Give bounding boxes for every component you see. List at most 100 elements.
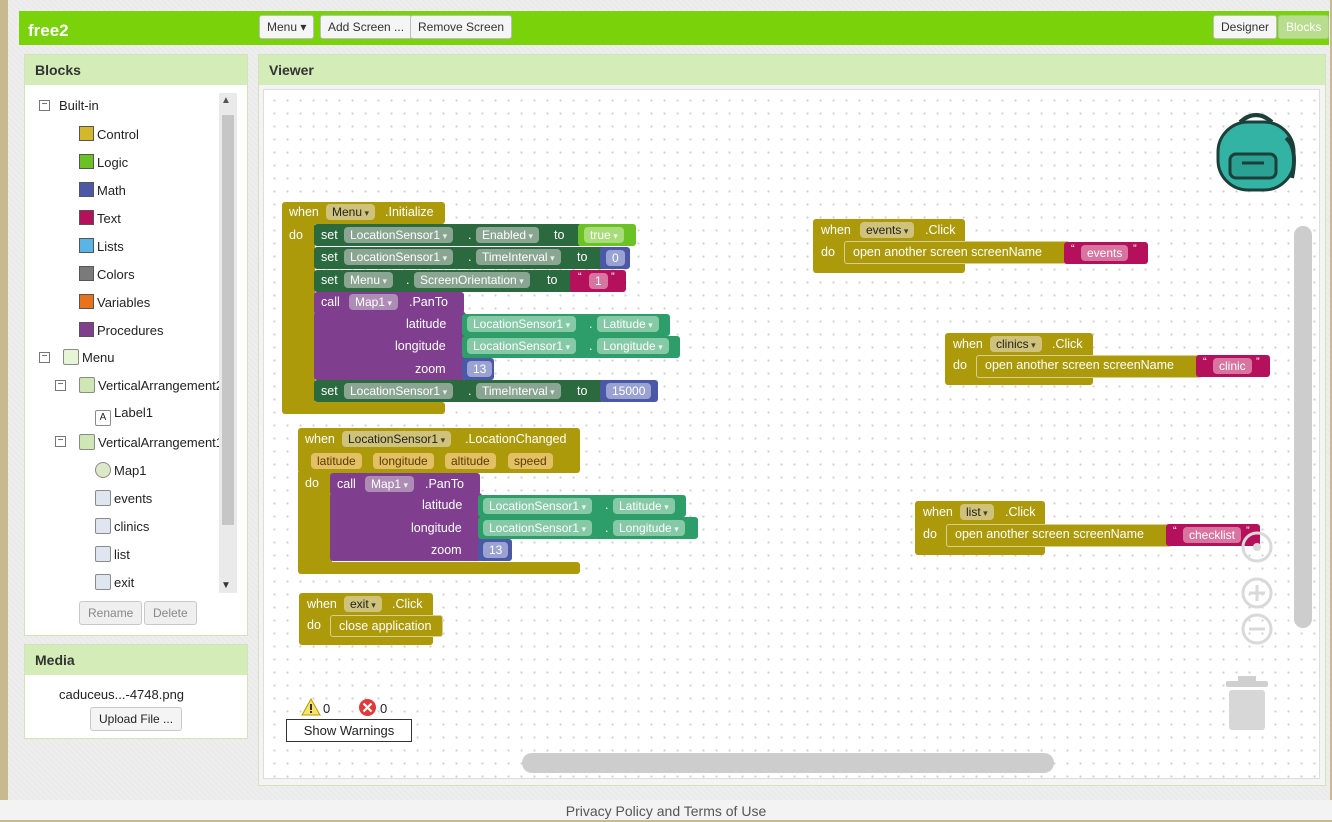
builtin-procedures-label: Procedures bbox=[97, 323, 164, 338]
collapse-icon[interactable]: − bbox=[55, 436, 66, 447]
component-dropdown[interactable]: LocationSensor1 bbox=[344, 383, 454, 399]
component-dropdown[interactable]: clinics bbox=[990, 336, 1042, 352]
tree-map1[interactable]: Map1 bbox=[95, 462, 147, 478]
component-dropdown[interactable]: exit bbox=[344, 596, 382, 612]
component-dropdown[interactable]: Menu bbox=[326, 204, 376, 220]
tree-clinics[interactable]: clinics bbox=[95, 518, 149, 534]
collapse-icon[interactable]: − bbox=[55, 380, 66, 391]
component-dropdown[interactable]: Map1 bbox=[349, 294, 399, 310]
param-altitude[interactable]: altitude bbox=[445, 453, 496, 469]
designer-button[interactable]: Designer bbox=[1213, 15, 1278, 39]
builtin-text[interactable]: Text bbox=[79, 210, 121, 226]
privacy-terms-link[interactable]: Privacy Policy and Terms of Use bbox=[0, 800, 1332, 820]
remove-screen-button[interactable]: Remove Screen bbox=[410, 15, 513, 39]
property-dropdown[interactable]: ScreenOrientation bbox=[414, 272, 530, 288]
zoom-in-icon[interactable] bbox=[1241, 577, 1273, 609]
builtin-procedures[interactable]: Procedures bbox=[79, 322, 163, 338]
builtin-math[interactable]: Math bbox=[79, 182, 126, 198]
tree-screen-menu[interactable]: Menu bbox=[63, 349, 115, 365]
boolean-dropdown[interactable]: true bbox=[584, 227, 624, 243]
center-workspace-icon[interactable] bbox=[1241, 531, 1273, 563]
builtin-colors[interactable]: Colors bbox=[79, 266, 135, 282]
va2-label: VerticalArrangement2 bbox=[98, 378, 219, 393]
tree-events[interactable]: events bbox=[95, 490, 152, 506]
dot-separator: . bbox=[589, 317, 593, 331]
component-dropdown[interactable]: LocationSensor1 bbox=[483, 498, 593, 514]
property-dropdown[interactable]: Latitude bbox=[597, 316, 659, 332]
workspace-vertical-scrollbar[interactable] bbox=[1294, 226, 1312, 628]
quote-open-icon: “ bbox=[578, 271, 582, 283]
builtin-variables[interactable]: Variables bbox=[79, 294, 150, 310]
collapse-icon[interactable]: − bbox=[39, 100, 50, 111]
text-field[interactable]: clinic bbox=[1213, 358, 1252, 374]
property-dropdown[interactable]: Longitude bbox=[597, 338, 669, 354]
property-dropdown[interactable]: TimeInterval bbox=[476, 383, 561, 399]
latitude-arg-label: latitude bbox=[406, 317, 447, 331]
scroll-down-icon[interactable]: ▼ bbox=[221, 580, 231, 591]
workspace-horizontal-scrollbar[interactable] bbox=[522, 753, 1054, 773]
media-panel-title: Media bbox=[25, 645, 247, 675]
component-dropdown[interactable]: list bbox=[960, 504, 994, 520]
component-dropdown[interactable]: LocationSensor1 bbox=[344, 227, 454, 243]
property-dropdown[interactable]: TimeInterval bbox=[476, 249, 561, 265]
when-keyword: when bbox=[953, 337, 983, 351]
builtin-logic[interactable]: Logic bbox=[79, 154, 128, 170]
trash-icon[interactable] bbox=[1224, 674, 1270, 734]
component-dropdown[interactable]: Map1 bbox=[365, 476, 415, 492]
tree-exit[interactable]: exit bbox=[95, 574, 134, 590]
param-speed[interactable]: speed bbox=[508, 453, 553, 469]
zoom-out-icon[interactable] bbox=[1241, 613, 1273, 645]
longitude-arg-label: longitude bbox=[395, 339, 446, 353]
event-block-footer[interactable] bbox=[282, 402, 445, 414]
component-dropdown[interactable]: LocationSensor1 bbox=[483, 520, 593, 536]
button-icon bbox=[95, 546, 111, 562]
text-field[interactable]: events bbox=[1081, 245, 1129, 261]
property-dropdown[interactable]: Longitude bbox=[613, 520, 685, 536]
number-field[interactable]: 13 bbox=[483, 542, 509, 558]
blocks-button[interactable]: Blocks bbox=[1278, 15, 1330, 39]
component-dropdown[interactable]: Menu bbox=[344, 272, 394, 288]
component-dropdown[interactable]: LocationSensor1 bbox=[467, 338, 577, 354]
number-field[interactable]: 15000 bbox=[606, 383, 652, 399]
tree-label1[interactable]: A Label1 bbox=[95, 405, 153, 426]
delete-button[interactable]: Delete bbox=[144, 601, 197, 625]
text-field[interactable]: checklist bbox=[1183, 527, 1242, 543]
show-warnings-button[interactable]: Show Warnings bbox=[286, 719, 412, 742]
arrangement-icon bbox=[79, 434, 95, 450]
component-dropdown[interactable]: LocationSensor1 bbox=[467, 316, 577, 332]
screen-menu-label: Menu bbox=[82, 350, 115, 365]
add-screen-button[interactable]: Add Screen ... bbox=[320, 15, 413, 39]
tree-list[interactable]: list bbox=[95, 546, 130, 562]
number-field[interactable]: 13 bbox=[467, 361, 493, 377]
tree-scroll-thumb[interactable] bbox=[222, 115, 234, 525]
property-dropdown[interactable]: Enabled bbox=[476, 227, 540, 243]
param-longitude[interactable]: longitude bbox=[373, 453, 434, 469]
tree-scrollbar[interactable]: ▲ ▼ bbox=[219, 93, 237, 593]
upload-file-button[interactable]: Upload File ... bbox=[90, 707, 183, 731]
number-field[interactable]: 0 bbox=[606, 250, 625, 266]
tree-verticalarrangement1[interactable]: VerticalArrangement1 bbox=[79, 434, 219, 450]
blocks-workspace[interactable]: when Menu .Initialize do set LocationSen… bbox=[263, 89, 1320, 779]
property-dropdown[interactable]: Latitude bbox=[613, 498, 675, 514]
open-another-screen-label: open another screen screenName bbox=[955, 527, 1145, 541]
event-block-body[interactable] bbox=[282, 220, 315, 410]
builtin-control[interactable]: Control bbox=[79, 126, 139, 142]
builtin-lists[interactable]: Lists bbox=[79, 238, 124, 254]
call-keyword: call bbox=[321, 295, 340, 309]
quote-close-icon: ” bbox=[1133, 243, 1137, 255]
component-dropdown[interactable]: LocationSensor1 bbox=[342, 431, 452, 447]
rename-button[interactable]: Rename bbox=[79, 601, 143, 625]
component-dropdown[interactable]: LocationSensor1 bbox=[344, 249, 454, 265]
collapse-icon[interactable]: − bbox=[39, 352, 50, 363]
backpack-icon[interactable] bbox=[1212, 108, 1300, 194]
text-field[interactable]: 1 bbox=[589, 273, 608, 289]
param-latitude[interactable]: latitude bbox=[311, 453, 362, 469]
tree-builtin[interactable]: Built-in bbox=[59, 98, 99, 113]
scroll-up-icon[interactable]: ▲ bbox=[221, 95, 231, 106]
button-icon bbox=[95, 490, 111, 506]
component-dropdown[interactable]: events bbox=[860, 222, 915, 238]
media-file-name[interactable]: caduceus...-4748.png bbox=[59, 687, 184, 702]
event-block-footer[interactable] bbox=[298, 562, 580, 574]
tree-verticalarrangement2[interactable]: VerticalArrangement2 bbox=[79, 377, 219, 393]
menu-dropdown-button[interactable]: Menu ▾ bbox=[259, 15, 315, 39]
